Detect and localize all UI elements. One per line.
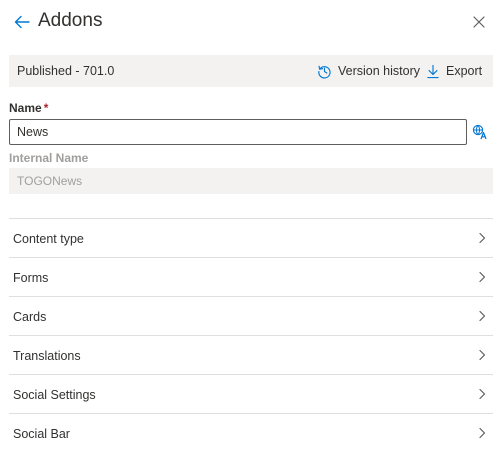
list-item-forms[interactable]: Forms (9, 257, 493, 296)
chevron-right-icon (479, 349, 486, 361)
list-item-label: Translations (13, 349, 81, 363)
version-history-button[interactable]: Version history (317, 61, 420, 81)
status-bar: Published - 701.0 Version history Export (9, 55, 493, 87)
page-title: Addons (38, 10, 103, 31)
list-item-translations[interactable]: Translations (9, 335, 493, 374)
name-label: Name * (9, 101, 48, 115)
chevron-right-icon (479, 232, 486, 244)
export-label: Export (446, 64, 483, 78)
panel-header: Addons (0, 0, 500, 44)
internal-name-label: Internal Name (9, 151, 89, 165)
download-icon (427, 64, 439, 78)
version-history-label: Version history (338, 64, 420, 78)
chevron-right-icon (479, 310, 486, 322)
list-item-label: Cards (13, 310, 47, 324)
translate-button[interactable] (472, 124, 488, 140)
arrow-left-icon (14, 15, 30, 29)
name-label-text: Name (9, 101, 42, 115)
list-item-label: Content type (13, 232, 84, 246)
close-button[interactable] (471, 14, 487, 30)
list-item-cards[interactable]: Cards (9, 296, 493, 335)
list-item-content-type[interactable]: Content type (9, 218, 493, 257)
internal-name-field: TOGONews (9, 168, 493, 194)
list-item-social-settings[interactable]: Social Settings (9, 374, 493, 413)
close-icon (473, 16, 485, 28)
list-item-label: Forms (13, 271, 49, 285)
back-button[interactable] (12, 12, 32, 32)
chevron-right-icon (479, 388, 486, 400)
list-item-label: Social Settings (13, 388, 96, 402)
export-button[interactable]: Export (426, 61, 482, 81)
required-mark: * (43, 101, 49, 115)
history-icon (318, 65, 331, 79)
chevron-right-icon (479, 271, 486, 283)
list-item-social-bar[interactable]: Social Bar (9, 413, 493, 452)
chevron-right-icon (479, 427, 486, 439)
settings-list: Content type Forms Cards Translations So… (9, 218, 493, 452)
publish-status: Published - 701.0 (17, 64, 115, 78)
translate-icon (472, 124, 487, 140)
name-input[interactable] (9, 119, 467, 145)
list-item-label: Social Bar (13, 427, 70, 441)
